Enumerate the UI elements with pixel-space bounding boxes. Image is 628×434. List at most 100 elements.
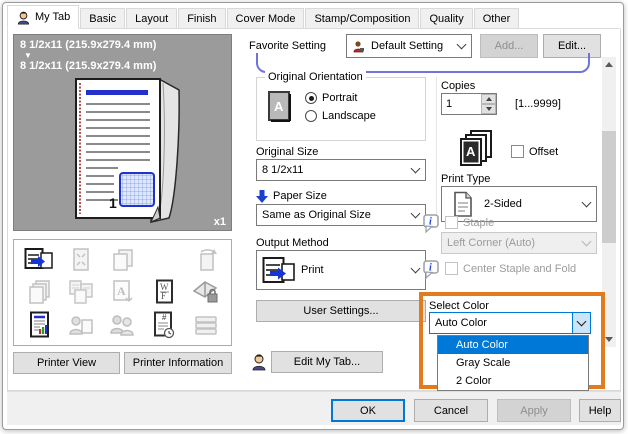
user-settings-button[interactable]: User Settings...: [256, 300, 426, 322]
output-method-select[interactable]: Print: [256, 250, 426, 290]
triangle-down-icon: [485, 107, 492, 111]
center-staple-label: Center Staple and Fold: [463, 263, 577, 275]
edit-my-tab-person-icon: [252, 354, 266, 371]
print-preview-pane: 8 1/2x11 (215.9x279.4 mm) ▼ 8 1/2x11 (21…: [13, 34, 232, 231]
fit-page-icon: [72, 248, 89, 271]
tab-finish[interactable]: Finish: [178, 8, 226, 28]
paper-stack-icon: [195, 316, 217, 335]
tab-basic[interactable]: Basic: [80, 8, 126, 28]
user-page-icon: [68, 316, 93, 335]
offset-checkbox[interactable]: [511, 145, 524, 158]
output-method-print-icon: [262, 257, 295, 283]
favorite-setting-label: Favorite Setting: [249, 40, 327, 52]
staple-label: Staple: [463, 217, 495, 229]
svg-text:i: i: [429, 263, 432, 274]
tab-layout[interactable]: Layout: [126, 8, 178, 28]
staple-info-icon: i: [423, 214, 439, 234]
center-staple-checkbox: [445, 262, 458, 275]
tab-stamp-composition[interactable]: Stamp/Composition: [305, 8, 420, 28]
tab-label: Quality: [429, 12, 464, 25]
printing-preferences-dialog: My Tab Basic Layout Finish Cover Mode Stamp/C…: [0, 0, 628, 434]
original-size-select[interactable]: 8 1/2x11: [256, 159, 426, 181]
account-track-icon: [110, 315, 135, 336]
tab-other[interactable]: Other: [473, 8, 520, 28]
feature-icon-grid: A W F #: [13, 239, 232, 346]
font-substitution-icon: A: [113, 280, 134, 303]
chevron-down-icon: [581, 197, 592, 208]
tab-label: Stamp/Composition: [314, 12, 411, 25]
output-method-value: Print: [301, 264, 324, 276]
landscape-label: Landscape: [322, 110, 376, 122]
output-method-label: Output Method: [256, 237, 329, 249]
chevron-down-icon: [581, 236, 592, 247]
stacked-pages-icon: [29, 280, 50, 305]
tab-label: My Tab: [35, 11, 71, 23]
tab-cover-mode[interactable]: Cover Mode: [226, 8, 305, 28]
settings-scroll-area: Original Orientation A Portrait Landscap…: [249, 53, 617, 391]
copy-pages-icon: [113, 249, 134, 271]
chevron-down-icon: [456, 39, 467, 50]
cancel-button[interactable]: Cancel: [414, 399, 488, 422]
rotate-page-icon: [200, 249, 218, 271]
paper-size-select[interactable]: Same as Original Size: [256, 204, 426, 226]
original-size-label: Original Size: [256, 146, 319, 158]
staple-position-value: Left Corner (Auto): [447, 237, 536, 249]
svg-text:A: A: [117, 284, 126, 298]
portrait-radio[interactable]: [305, 92, 317, 104]
tab-label: Cover Mode: [235, 12, 296, 25]
triangle-up-icon: [485, 97, 492, 101]
tab-bar: My Tab Basic Layout Finish Cover Mode Stamp/C…: [7, 5, 619, 29]
edit-my-tab-button[interactable]: Edit My Tab...: [271, 351, 383, 373]
page-number-date-icon: #: [154, 311, 175, 338]
printer-output-icon: [24, 248, 53, 270]
copies-label: Copies: [441, 80, 476, 92]
copies-decrement-button[interactable]: [481, 104, 496, 114]
print-type-value: 2-Sided: [484, 198, 522, 210]
two-sided-page-icon: [454, 191, 472, 217]
ok-button[interactable]: OK: [331, 399, 405, 422]
paper-size-label: Paper Size: [273, 190, 327, 202]
favorite-setting-value: Default Setting: [371, 40, 444, 52]
combine-pages-icon: [68, 280, 93, 305]
dialog-window: My Tab Basic Layout Finish Cover Mode Stamp/C…: [2, 2, 624, 430]
copies-range-label: [1...9999]: [515, 98, 561, 110]
person-icon: [17, 11, 30, 24]
print-type-label: Print Type: [441, 173, 491, 185]
booklet-security-icon: [192, 281, 218, 303]
original-orientation-group: Original Orientation A Portrait Landscap…: [256, 71, 426, 141]
copies-input[interactable]: [442, 94, 481, 114]
color-option-2-color[interactable]: 2 Color: [438, 372, 588, 390]
staple-position-select: Left Corner (Auto): [441, 232, 597, 254]
color-document-icon: [29, 311, 49, 338]
select-color-dropdown-list: Auto Color Gray Scale 2 Color: [437, 335, 589, 391]
orientation-portrait-icon: A: [268, 91, 291, 122]
svg-text:#: #: [162, 313, 167, 322]
preview-paper-size: 8 1/2x11 (215.9x279.4 mm): [20, 60, 157, 72]
preview-zoom-badge: x1: [213, 216, 226, 228]
center-staple-info-icon: i: [423, 260, 439, 280]
document-preview-image: 1: [75, 77, 180, 223]
preview-page-number: 1: [109, 195, 117, 211]
printer-information-button[interactable]: Printer Information: [124, 352, 232, 374]
svg-text:i: i: [429, 217, 432, 228]
copies-stepper[interactable]: [441, 93, 497, 115]
chevron-down-icon: [410, 208, 421, 219]
tab-label: Layout: [135, 12, 169, 25]
color-option-auto-color[interactable]: Auto Color: [438, 336, 588, 354]
select-color-select[interactable]: Auto Color: [429, 312, 591, 334]
offset-pages-icon: A: [460, 130, 492, 166]
apply-button: Apply: [497, 399, 571, 422]
preview-original-size: 8 1/2x11 (215.9x279.4 mm): [20, 39, 157, 51]
svg-text:A: A: [466, 144, 476, 159]
help-button[interactable]: Help: [579, 399, 621, 422]
landscape-radio[interactable]: [305, 110, 317, 122]
chevron-down-icon: [410, 163, 421, 174]
tab-my-tab[interactable]: My Tab: [7, 5, 80, 29]
tab-quality[interactable]: Quality: [420, 8, 473, 28]
portrait-label: Portrait: [322, 92, 358, 104]
copies-increment-button[interactable]: [481, 94, 496, 104]
printer-view-button[interactable]: Printer View: [13, 352, 120, 374]
staple-checkbox: [445, 216, 458, 229]
watermark-icon: W F: [156, 279, 174, 304]
color-option-gray-scale[interactable]: Gray Scale: [438, 354, 588, 372]
